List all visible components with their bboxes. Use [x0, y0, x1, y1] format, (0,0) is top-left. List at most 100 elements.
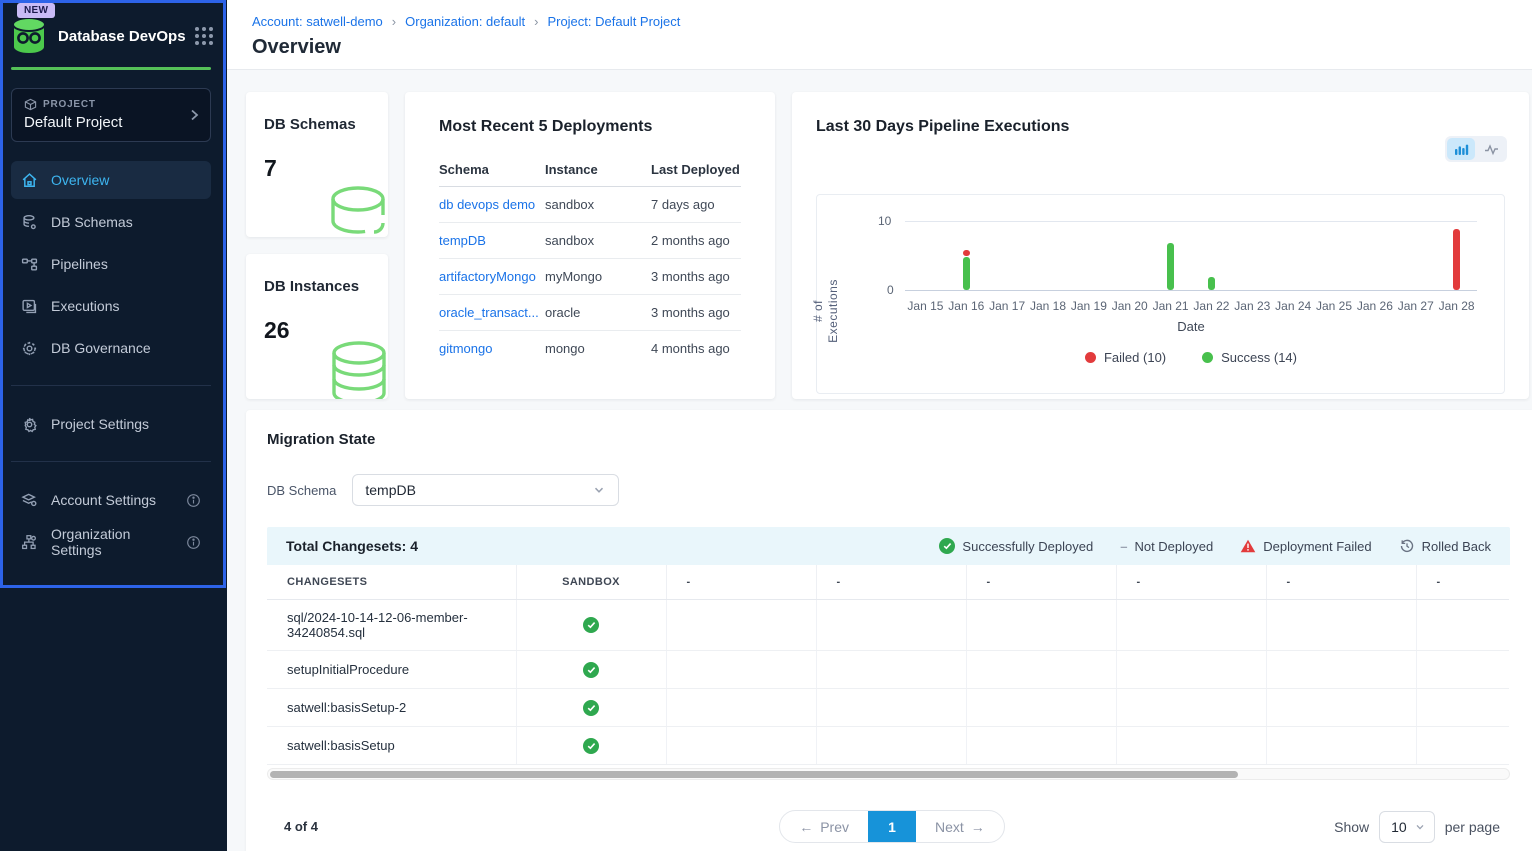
pagination: 4 of 4 Prev 1 Next Show — [267, 810, 1510, 843]
pipeline-icon — [21, 256, 38, 273]
last-deployed-cell: 3 months ago — [651, 295, 741, 331]
app-switcher-grid-icon[interactable] — [195, 27, 213, 45]
per-page-label: per page — [1445, 819, 1500, 835]
migration-title: Migration State — [267, 431, 1510, 448]
x-tick-label: Jan 19 — [1068, 299, 1109, 313]
arrow-right-icon — [971, 819, 985, 835]
legend-label: Success (14) — [1221, 350, 1297, 365]
breadcrumb-separator-icon: › — [392, 14, 396, 29]
check-circle-icon — [583, 700, 599, 716]
chevron-down-icon — [592, 483, 606, 497]
breadcrumb-project-link[interactable]: Project: Default Project — [547, 14, 680, 29]
changeset-name-cell: satwell:basisSetup-2 — [267, 689, 516, 727]
sidebar-item-organization-settings[interactable]: Organization Settings — [11, 523, 211, 561]
check-circle-icon — [583, 617, 599, 633]
legend-rolled-back: Rolled Back — [1399, 538, 1491, 554]
sidebar-item-label: Overview — [51, 172, 109, 188]
sidebar-nav: Overview DB Schemas Pipelines Executions — [11, 161, 211, 367]
instance-cell: sandbox — [545, 223, 651, 259]
sidebar-item-db-governance[interactable]: DB Governance — [11, 329, 211, 367]
table-row: artifactoryMongo myMongo 3 months ago — [439, 259, 741, 295]
database-devops-logo-icon — [9, 17, 49, 55]
gear-ring-icon — [21, 340, 38, 357]
layers-gear-icon — [21, 492, 38, 509]
x-tick-label: Jan 15 — [905, 299, 946, 313]
sandbox-status-cell — [516, 689, 666, 727]
breadcrumb-organization-link[interactable]: Organization: default — [405, 14, 525, 29]
changesets-table: CHANGESETS SANDBOX - - - - - - — [267, 565, 1509, 765]
page-1-button[interactable]: 1 — [868, 811, 916, 842]
x-tick-label: Jan 23 — [1232, 299, 1273, 313]
chart-y-axis-label: # of Executions — [811, 273, 841, 349]
project-name: Default Project — [24, 114, 198, 131]
new-badge: NEW — [17, 3, 55, 18]
changeset-name-cell: satwell:basisSetup — [267, 727, 516, 765]
legend-label: Not Deployed — [1134, 539, 1213, 554]
x-tick-label: Jan 21 — [1150, 299, 1191, 313]
sidebar-item-db-schemas[interactable]: DB Schemas — [11, 203, 211, 241]
check-circle-icon — [939, 538, 955, 554]
table-row: oracle_transact... oracle 3 months ago — [439, 295, 741, 331]
last-deployed-cell: 2 months ago — [651, 223, 741, 259]
sidebar-item-label: Project Settings — [51, 416, 149, 432]
x-tick-label: Jan 24 — [1273, 299, 1314, 313]
schema-link[interactable]: artifactoryMongo — [439, 269, 536, 284]
legend-label: Failed (10) — [1104, 350, 1166, 365]
schema-link[interactable]: db devops demo — [439, 197, 535, 212]
sidebar-item-project-settings[interactable]: Project Settings — [11, 405, 211, 443]
pager: Prev 1 Next — [779, 810, 1005, 843]
project-selector[interactable]: PROJECT Default Project — [11, 88, 211, 142]
show-label: Show — [1334, 819, 1369, 835]
last-deployed-cell: 3 months ago — [651, 259, 741, 295]
db-schema-select[interactable]: tempDB — [352, 474, 619, 506]
sidebar-item-label: Account Settings — [51, 492, 156, 508]
line-chart-icon[interactable] — [1477, 138, 1505, 160]
chart-bar — [963, 250, 970, 256]
sidebar-nav-secondary: Project Settings — [11, 405, 211, 443]
breadcrumb-account-link[interactable]: Account: satwell-demo — [252, 14, 383, 29]
warning-triangle-icon — [1240, 539, 1256, 553]
stat-value: 7 — [264, 155, 388, 182]
table-row: satwell:basisSetup-2 — [267, 689, 1509, 727]
chart-type-toggle — [1445, 136, 1507, 162]
deployments-title: Most Recent 5 Deployments — [439, 118, 741, 136]
page-size-select[interactable]: 10 — [1379, 811, 1435, 843]
legend-label: Rolled Back — [1422, 539, 1491, 554]
stat-value: 26 — [264, 317, 388, 344]
instance-cell: oracle — [545, 295, 651, 331]
sidebar-item-executions[interactable]: Executions — [11, 287, 211, 325]
info-icon[interactable] — [186, 493, 201, 508]
next-label: Next — [935, 819, 964, 835]
sidebar-item-account-settings[interactable]: Account Settings — [11, 481, 211, 519]
sidebar-item-pipelines[interactable]: Pipelines — [11, 245, 211, 283]
sidebar-item-overview[interactable]: Overview — [11, 161, 211, 199]
schema-link[interactable]: oracle_transact... — [439, 305, 539, 320]
chart-panel: # of Executions 10 0 Jan 15Jan 16Jan 17J… — [816, 194, 1505, 394]
migration-state-section: Migration State DB Schema tempDB Total C… — [246, 410, 1532, 851]
x-tick-label: Jan 17 — [987, 299, 1028, 313]
next-button[interactable]: Next — [916, 811, 1004, 842]
bar-chart-icon[interactable] — [1447, 138, 1475, 160]
scrollbar-thumb[interactable] — [270, 771, 1238, 778]
check-circle-icon — [583, 738, 599, 754]
rollback-icon — [1399, 538, 1415, 554]
changesets-header-bar: Total Changesets: 4 Successfully Deploye… — [267, 527, 1510, 565]
x-tick-label: Jan 16 — [946, 299, 987, 313]
home-icon — [21, 172, 38, 189]
last-deployed-cell: 7 days ago — [651, 187, 741, 223]
instance-cell: sandbox — [545, 187, 651, 223]
schema-link[interactable]: gitmongo — [439, 341, 492, 356]
table-row: setupInitialProcedure — [267, 651, 1509, 689]
sidebar-item-label: Executions — [51, 298, 119, 314]
column-header: - — [1266, 565, 1416, 600]
schema-link[interactable]: tempDB — [439, 233, 486, 248]
app-title: Database DevOps — [58, 28, 195, 45]
info-icon[interactable] — [186, 535, 201, 550]
stat-title: DB Schemas — [264, 116, 388, 133]
status-legend: Successfully Deployed – Not Deployed De — [939, 538, 1491, 554]
prev-button[interactable]: Prev — [780, 811, 868, 842]
deployments-table: Schema Instance Last Deployed db devops … — [439, 150, 741, 366]
column-header: - — [816, 565, 966, 600]
sidebar-item-label: Pipelines — [51, 256, 108, 272]
chevron-right-icon — [188, 108, 200, 122]
